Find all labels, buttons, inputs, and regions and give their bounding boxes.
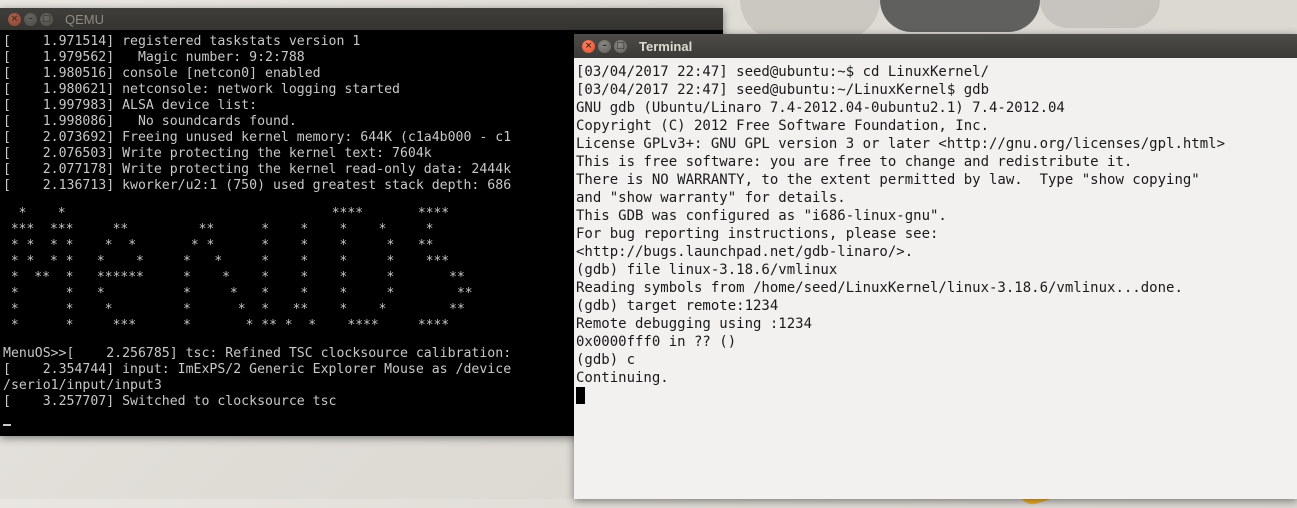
terminal-line: and "show warranty" for details. [576,190,846,206]
terminal-line: (gdb) file linux-3.18.6/vmlinux [576,262,838,278]
wallpaper-shape [880,0,1040,32]
terminal-line: Reading symbols from /home/seed/LinuxKer… [576,280,1183,296]
terminal-line: GNU gdb (Ubuntu/Linaro 7.4-2012.04-0ubun… [576,100,1065,116]
terminal-line: (gdb) target remote:1234 [576,298,779,314]
terminal-line: Copyright (C) 2012 Free Software Foundat… [576,118,990,134]
terminal-cursor [576,387,585,404]
window-title: QEMU [65,11,104,27]
terminal-output[interactable]: [03/04/2017 22:47] seed@ubuntu:~$ cd Lin… [574,60,1297,499]
terminal-line: License GPLv3+: GNU GPL version 3 or lat… [576,136,1226,152]
terminal-line: [03/04/2017 22:47] seed@ubuntu:~$ cd Lin… [576,64,990,80]
window-title: Terminal [639,38,693,54]
console-cursor [3,424,11,426]
close-icon[interactable]: × [582,39,595,53]
terminal-line: 0x0000fff0 in ?? () [576,334,737,350]
terminal-line: For bug reporting instructions, please s… [576,226,939,242]
maximize-icon[interactable]: □ [40,12,53,26]
minimize-icon[interactable]: – [598,39,611,53]
terminal-line: Continuing. [576,370,669,386]
terminal-line: Remote debugging using :1234 [576,316,813,332]
terminal-window[interactable]: × – □ Terminal [03/04/2017 22:47] seed@u… [574,34,1297,499]
wallpaper-shape [1040,0,1160,28]
qemu-titlebar[interactable]: × – □ QEMU [0,8,723,30]
terminal-line: <http://bugs.launchpad.net/gdb-linaro/>. [576,244,914,260]
terminal-titlebar[interactable]: × – □ Terminal [574,34,1297,58]
minimize-icon[interactable]: – [24,12,37,26]
terminal-line: (gdb) c [576,352,636,368]
terminal-line: This is free software: you are free to c… [576,154,1133,170]
terminal-line: [03/04/2017 22:47] seed@ubuntu:~/LinuxKe… [576,82,990,98]
maximize-icon[interactable]: □ [614,39,627,53]
terminal-line: This GDB was configured as "i686-linux-g… [576,208,947,224]
terminal-line: There is NO WARRANTY, to the extent perm… [576,172,1200,188]
close-icon[interactable]: × [8,12,21,26]
